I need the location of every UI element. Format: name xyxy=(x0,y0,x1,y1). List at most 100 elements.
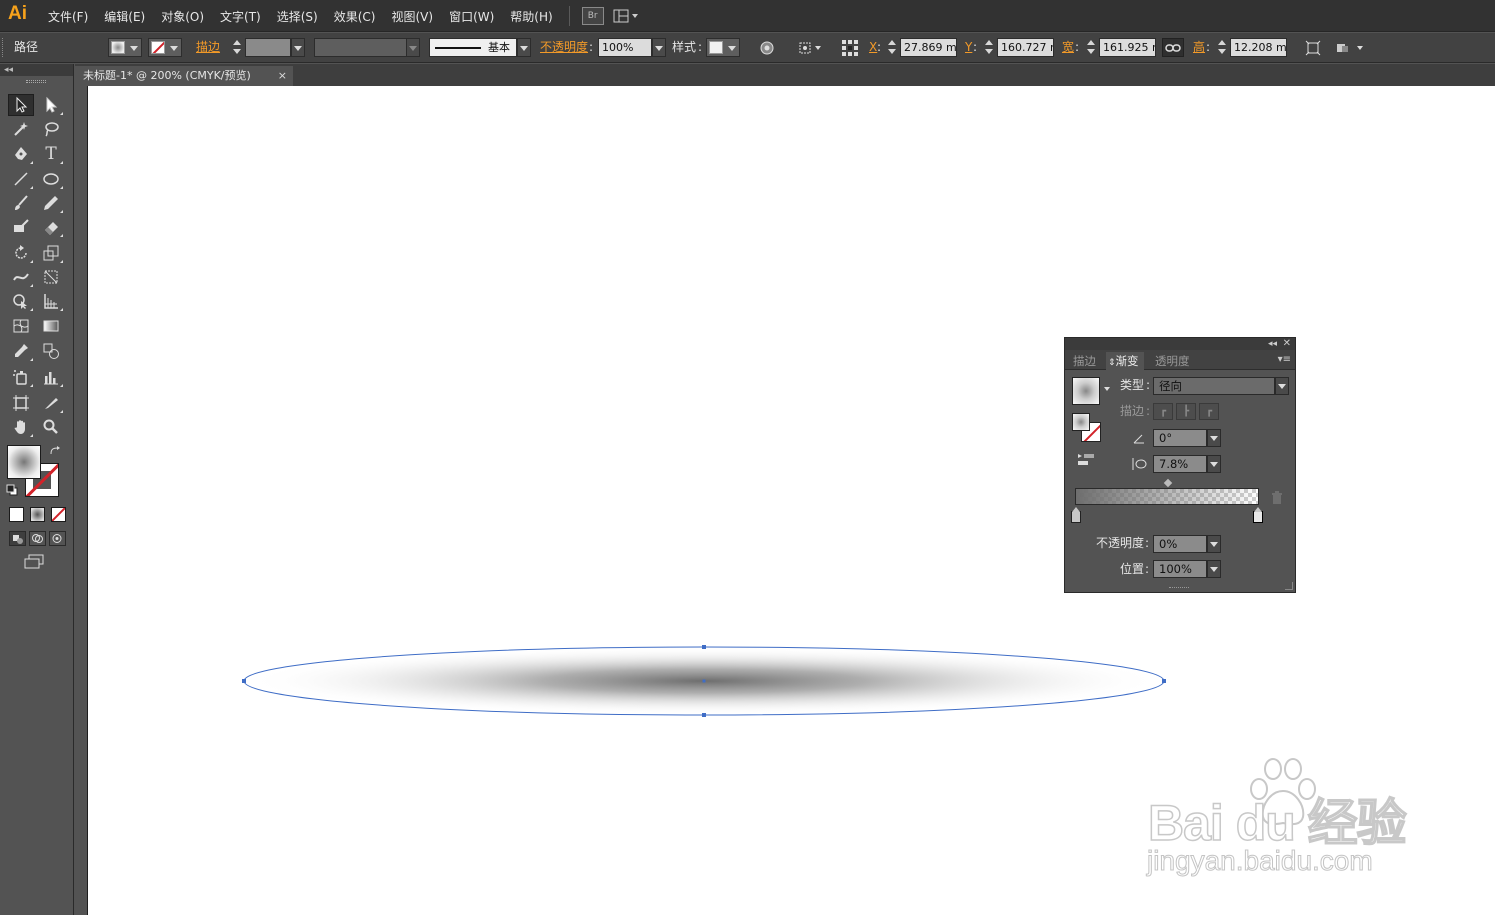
pencil-tool[interactable] xyxy=(38,192,64,214)
panel-grip[interactable] xyxy=(1169,587,1189,590)
anchor-point[interactable] xyxy=(702,713,706,717)
reverse-gradient-button[interactable] xyxy=(1077,452,1095,468)
gradient-type-dropdown[interactable] xyxy=(1275,377,1289,395)
delete-stop-button[interactable] xyxy=(1271,491,1283,505)
eyedropper-tool[interactable] xyxy=(8,340,34,362)
gradient-slider[interactable] xyxy=(1075,488,1259,505)
direct-selection-tool[interactable] xyxy=(38,94,64,116)
menu-help[interactable]: 帮助(H) xyxy=(502,8,560,25)
color-mode-button[interactable] xyxy=(9,507,24,522)
draw-normal-button[interactable] xyxy=(9,531,26,546)
tab-transparency[interactable]: 透明度 xyxy=(1150,352,1195,370)
pen-tool[interactable] xyxy=(8,143,34,165)
stroke-within-button[interactable]: ┏ xyxy=(1153,403,1173,420)
swap-fill-stroke-button[interactable] xyxy=(49,445,61,457)
angle-input[interactable]: 0° xyxy=(1153,429,1207,447)
width-tool[interactable] xyxy=(8,266,34,288)
stroke-weight-stepper[interactable] xyxy=(232,38,242,57)
scale-tool[interactable] xyxy=(38,242,64,264)
line-segment-tool[interactable] xyxy=(8,168,34,190)
paintbrush-tool[interactable] xyxy=(8,192,34,214)
tab-stroke[interactable]: 描边 xyxy=(1068,352,1101,370)
gradient-midpoint[interactable] xyxy=(1163,478,1173,488)
graphic-style-dropdown[interactable] xyxy=(706,38,740,57)
transform-panel-button[interactable] xyxy=(1302,38,1324,57)
control-bar-grip[interactable] xyxy=(2,38,6,57)
selection-tool[interactable] xyxy=(8,94,34,116)
height-input[interactable]: 12.208 m xyxy=(1230,38,1287,57)
anchor-point[interactable] xyxy=(1162,679,1166,683)
menu-edit[interactable]: 编辑(E) xyxy=(96,8,153,25)
menu-select[interactable]: 选择(S) xyxy=(269,8,326,25)
aspect-ratio-dropdown[interactable] xyxy=(1207,455,1221,473)
constrain-proportions-button[interactable] xyxy=(1162,38,1184,57)
mesh-tool[interactable] xyxy=(8,315,34,337)
angle-dropdown[interactable] xyxy=(1207,429,1221,447)
lasso-tool[interactable] xyxy=(38,118,64,140)
isolate-group-button[interactable] xyxy=(796,38,826,57)
eraser-tool[interactable] xyxy=(38,216,64,238)
opacity-label-link[interactable]: 不透明度 xyxy=(540,38,588,57)
gradient-presets-dropdown[interactable] xyxy=(1104,387,1110,391)
tab-gradient[interactable]: ⇕渐变 xyxy=(1106,352,1144,370)
slice-tool[interactable] xyxy=(38,392,64,414)
gradient-type-select[interactable]: 径向 xyxy=(1153,377,1275,395)
height-label-link[interactable]: 高 xyxy=(1193,38,1205,57)
align-options-button[interactable] xyxy=(1334,38,1368,57)
document-tab[interactable]: 未标题-1* @ 200% (CMYK/预览) × xyxy=(75,66,293,86)
gradient-stop-end[interactable] xyxy=(1253,507,1263,523)
stroke-weight-dropdown[interactable] xyxy=(291,38,305,57)
stop-opacity-input[interactable]: 0% xyxy=(1153,535,1207,553)
x-position-input[interactable]: 27.869 m xyxy=(900,38,957,57)
stop-location-input[interactable]: 100% xyxy=(1153,560,1207,578)
variable-width-dropdown[interactable] xyxy=(406,38,420,57)
menu-file[interactable]: 文件(F) xyxy=(40,8,96,25)
opacity-dropdown[interactable] xyxy=(652,38,666,57)
menu-view[interactable]: 视图(V) xyxy=(383,8,441,25)
brush-definition-dropdown[interactable] xyxy=(517,38,531,57)
gradient-mode-button[interactable] xyxy=(30,507,45,522)
ellipse-tool[interactable] xyxy=(38,168,64,190)
workspace-layout-button[interactable] xyxy=(612,7,640,25)
bridge-button[interactable]: Br xyxy=(581,7,604,25)
width-input[interactable]: 161.925 m xyxy=(1099,38,1156,57)
free-transform-tool[interactable] xyxy=(38,266,64,288)
rotate-tool[interactable] xyxy=(8,242,34,264)
close-icon[interactable]: × xyxy=(278,66,287,86)
width-label-link[interactable]: 宽 xyxy=(1062,38,1074,57)
gradient-stop-start[interactable] xyxy=(1071,507,1081,523)
height-stepper[interactable] xyxy=(1217,38,1227,57)
none-mode-button[interactable] xyxy=(51,507,66,522)
default-fill-stroke-button[interactable] xyxy=(6,484,18,496)
fill-color-swatch[interactable] xyxy=(7,445,41,479)
artboard-tool[interactable] xyxy=(8,392,34,414)
x-stepper[interactable] xyxy=(887,38,897,57)
stroke-color-dropdown[interactable] xyxy=(148,38,182,57)
gradient-tool[interactable] xyxy=(38,315,64,337)
collapse-panel-icon[interactable]: ◂◂ xyxy=(1268,338,1277,350)
x-label-link[interactable]: X xyxy=(869,38,877,57)
stroke-across-button[interactable]: ┏ xyxy=(1199,403,1219,420)
stroke-weight-input[interactable] xyxy=(245,38,291,57)
menu-type[interactable]: 文字(T) xyxy=(212,8,269,25)
reference-point-button[interactable] xyxy=(839,38,861,57)
draw-behind-button[interactable] xyxy=(29,531,46,546)
hand-tool[interactable] xyxy=(8,416,34,438)
variable-width-profile[interactable] xyxy=(314,38,408,57)
stop-opacity-dropdown[interactable] xyxy=(1207,535,1221,553)
stroke-label-link[interactable]: 描边 xyxy=(196,38,220,57)
anchor-point[interactable] xyxy=(242,679,246,683)
anchor-point[interactable] xyxy=(702,645,706,649)
width-stepper[interactable] xyxy=(1086,38,1096,57)
symbol-sprayer-tool[interactable] xyxy=(8,366,34,388)
menu-object[interactable]: 对象(O) xyxy=(153,8,212,25)
tools-panel-grip[interactable] xyxy=(26,80,46,83)
gradient-panel-titlebar[interactable]: ◂◂ ✕ xyxy=(1065,338,1295,350)
shape-builder-tool[interactable] xyxy=(8,290,34,312)
y-label-link[interactable]: Y xyxy=(965,38,972,57)
panel-resize-handle[interactable] xyxy=(1285,582,1293,590)
zoom-tool[interactable] xyxy=(38,416,64,438)
fill-thumbnail[interactable] xyxy=(1072,413,1090,431)
y-stepper[interactable] xyxy=(984,38,994,57)
close-icon[interactable]: ✕ xyxy=(1283,338,1291,350)
